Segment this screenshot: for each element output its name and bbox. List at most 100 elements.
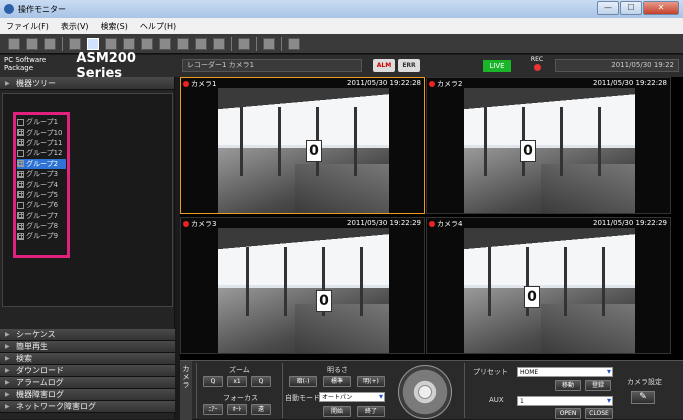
camera-vertical-label: カメラ xyxy=(180,361,192,420)
close-button[interactable]: ✕ xyxy=(643,1,679,15)
camera-tile[interactable]: カメラ3 2011/05/30 19:22:29 0 xyxy=(180,217,425,354)
fullscreen-icon[interactable] xyxy=(238,37,250,50)
layout-4-icon[interactable] xyxy=(123,37,135,50)
group-item[interactable]: グループ5 xyxy=(17,190,66,200)
roof-pole xyxy=(246,246,249,317)
group-item[interactable]: グループ6 xyxy=(17,200,66,210)
alarm-button[interactable]: ALM xyxy=(373,59,395,72)
standard-button[interactable]: 標準 xyxy=(323,376,351,387)
focus-auto-button[interactable]: ｵｰﾄ xyxy=(227,404,247,415)
sidebar-section-header[interactable]: 簡単再生 xyxy=(0,341,175,353)
preset-select[interactable]: HOME xyxy=(517,367,613,377)
layout-single-icon[interactable] xyxy=(69,37,81,50)
camera-timestamp: 2011/05/30 19:22:29 xyxy=(346,219,421,227)
brightness-label: 明るさ xyxy=(327,366,348,374)
focus-near-button[interactable]: ﾆｱｰ xyxy=(203,404,223,415)
focus-far-button[interactable]: 遠 xyxy=(251,404,271,415)
wrench-icon[interactable]: ✎ xyxy=(631,391,655,404)
live-badge: LIVE xyxy=(483,60,511,72)
layout-9-icon[interactable] xyxy=(159,37,171,50)
minimize-button[interactable]: — xyxy=(597,1,619,15)
camera-tile[interactable]: カメラ1 2011/05/30 19:22:28 0 xyxy=(180,77,425,214)
group-item[interactable]: グループ11 xyxy=(17,138,66,148)
group-item[interactable]: グループ9 xyxy=(17,231,66,241)
group-item[interactable]: グループ2 xyxy=(17,158,66,169)
header-datetime: 2011/05/30 19:22 xyxy=(555,59,679,72)
group-item[interactable]: グループ7 xyxy=(17,211,66,221)
snapshot-icon[interactable] xyxy=(288,37,300,50)
zoom-out-button[interactable]: Q xyxy=(203,376,223,387)
group-panel: グループ1 グループ10 グループ11 グループ12 グループ2 グループ3 グループ4 グル… xyxy=(2,93,173,307)
menu-file[interactable]: ファイル(F) xyxy=(6,21,49,32)
railway-track xyxy=(294,163,389,213)
roof-pole xyxy=(278,106,281,177)
group-item-label: グループ1 xyxy=(26,118,59,127)
sidebar-section-header[interactable]: アラームログ xyxy=(0,377,175,389)
sidebar-section-header[interactable]: 検索 xyxy=(0,353,175,365)
move-button[interactable]: 移動 xyxy=(555,380,581,391)
platform-roof xyxy=(218,228,389,266)
group-item[interactable]: グループ3 xyxy=(17,169,66,179)
platform-number-sign: 0 xyxy=(306,140,322,162)
camera-control-panel: カメラ ズーム Q x1 Q フォーカス ﾆｱｰ ｵｰﾄ 遠 明るさ 暗(-) … xyxy=(180,360,683,420)
platform-roof xyxy=(464,88,635,126)
zoom-in-button[interactable]: Q xyxy=(251,376,271,387)
close-aux-button[interactable]: CLOSE xyxy=(585,408,613,419)
grid-layout-icon xyxy=(17,129,24,137)
bright-button[interactable]: 明(+) xyxy=(357,376,385,387)
group-item-label: グループ8 xyxy=(26,222,59,231)
group-item[interactable]: グループ12 xyxy=(17,148,66,158)
toolbar-divider xyxy=(281,36,282,51)
layout-quad-icon[interactable] xyxy=(87,37,99,50)
open-button[interactable]: OPEN xyxy=(555,408,581,419)
roof-pole xyxy=(284,246,287,317)
zoom-x1-button[interactable]: x1 xyxy=(227,376,247,387)
camera-label: カメラ2 xyxy=(429,79,462,89)
recording-dot-icon xyxy=(183,81,189,87)
layout-6-icon[interactable] xyxy=(141,37,153,50)
register-button[interactable]: 登録 xyxy=(585,380,611,391)
layout-13-icon[interactable] xyxy=(177,37,189,50)
camera-name: カメラ1 xyxy=(191,80,217,88)
group-item[interactable]: グループ8 xyxy=(17,221,66,231)
maximize-button[interactable]: ☐ xyxy=(620,1,642,15)
auto-mode-label: 自動モード xyxy=(285,394,320,402)
menu-view[interactable]: 表示(V) xyxy=(61,21,89,32)
camera-tile[interactable]: カメラ2 2011/05/30 19:22:28 0 xyxy=(426,77,671,214)
record-icon[interactable] xyxy=(263,37,275,50)
layout-16-icon[interactable] xyxy=(195,37,207,50)
layout-25-icon[interactable] xyxy=(213,37,225,50)
camera-label: カメラ3 xyxy=(183,219,216,229)
device-tree-header[interactable]: 機器ツリー xyxy=(0,77,174,90)
menu-help[interactable]: ヘルプ(H) xyxy=(140,21,176,32)
camera-tile[interactable]: カメラ4 2011/05/30 19:22:29 0 xyxy=(426,217,671,354)
sidebar-section-header[interactable]: ネットワーク障害ログ xyxy=(0,401,175,413)
recorder-icon[interactable] xyxy=(26,37,38,50)
sidebar-section-header[interactable]: ダウンロード xyxy=(0,365,175,377)
camera-icon[interactable] xyxy=(8,37,20,50)
sidebar-section-header[interactable]: 機器障害ログ xyxy=(0,389,175,401)
sidebar-section-header[interactable]: シーケンス xyxy=(0,329,175,341)
grid-layout-icon xyxy=(17,222,24,230)
error-button[interactable]: ERR xyxy=(398,59,420,72)
layout-1-icon[interactable] xyxy=(105,37,117,50)
title-bar: 操作モニター — ☐ ✕ xyxy=(0,0,683,18)
package-label: PC Software Package xyxy=(4,56,47,72)
camera-timestamp: 2011/05/30 19:22:28 xyxy=(592,79,667,87)
camera-video-feed: 0 xyxy=(464,88,635,213)
group-item[interactable]: グループ10 xyxy=(17,127,66,137)
group-item[interactable]: グループ1 xyxy=(17,117,66,127)
camera-settings-label: カメラ設定 xyxy=(627,378,662,386)
ptz-jog-dial[interactable] xyxy=(398,365,452,419)
jog-center[interactable] xyxy=(418,385,432,399)
start-button[interactable]: 開始 xyxy=(323,406,351,417)
menu-search[interactable]: 検索(S) xyxy=(101,21,128,32)
door-icon[interactable] xyxy=(44,37,56,50)
end-button[interactable]: 終了 xyxy=(357,406,385,417)
group-item-label: グループ3 xyxy=(26,170,59,179)
group-item[interactable]: グループ4 xyxy=(17,179,66,189)
dark-button[interactable]: 暗(-) xyxy=(289,376,317,387)
aux-select[interactable]: 1 xyxy=(517,396,613,406)
camera-video-feed: 0 xyxy=(464,228,635,353)
auto-mode-select[interactable]: オートパン xyxy=(319,392,385,402)
